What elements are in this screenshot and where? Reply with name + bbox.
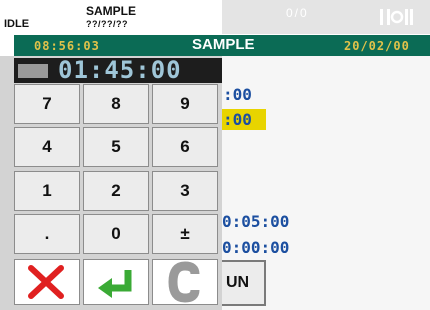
clear-button[interactable]	[152, 259, 218, 305]
enter-arrow-icon	[98, 270, 132, 298]
batch-date: ??/??/??	[86, 19, 128, 29]
key-decimal[interactable]: .	[14, 214, 80, 254]
status-left-panel: IDLE SAMPLE ??/??/??	[0, 0, 222, 34]
field-value-3[interactable]: 0:05:00	[222, 212, 289, 231]
status-bar: IDLE SAMPLE ??/??/?? 0/0	[0, 0, 430, 34]
field-value-1[interactable]: :00	[223, 85, 252, 104]
display-cursor	[18, 64, 48, 78]
keypad-display-value: 01:45:00	[58, 56, 182, 84]
cancel-button[interactable]	[14, 259, 80, 305]
key-9[interactable]: 9	[152, 84, 218, 124]
clear-c-icon	[168, 261, 200, 303]
field-value-2[interactable]: :00	[223, 110, 252, 129]
cross-icon	[28, 265, 64, 299]
status-state: IDLE	[4, 18, 30, 30]
key-7[interactable]: 7	[14, 84, 80, 124]
enter-button[interactable]	[83, 259, 149, 305]
field-value-4[interactable]: 0:00:00	[222, 238, 289, 257]
key-6[interactable]: 6	[152, 127, 218, 167]
key-5[interactable]: 5	[83, 127, 149, 167]
key-0[interactable]: 0	[83, 214, 149, 254]
batch-name: SAMPLE	[86, 4, 137, 18]
run-button-label: UN	[226, 274, 250, 291]
key-2[interactable]: 2	[83, 171, 149, 211]
alarm-bell-icon[interactable]	[378, 6, 414, 28]
header-bar: 08:56:03 SAMPLE 20/02/00	[14, 35, 430, 56]
key-4[interactable]: 4	[14, 127, 80, 167]
header-time: 08:56:03	[34, 39, 100, 53]
header-date: 20/02/00	[344, 39, 410, 53]
key-3[interactable]: 3	[152, 171, 218, 211]
page-title: SAMPLE	[192, 36, 255, 53]
key-plus-minus[interactable]: ±	[152, 214, 218, 254]
key-1[interactable]: 1	[14, 171, 80, 211]
key-8[interactable]: 8	[83, 84, 149, 124]
message-counter: 0/0	[286, 6, 309, 20]
